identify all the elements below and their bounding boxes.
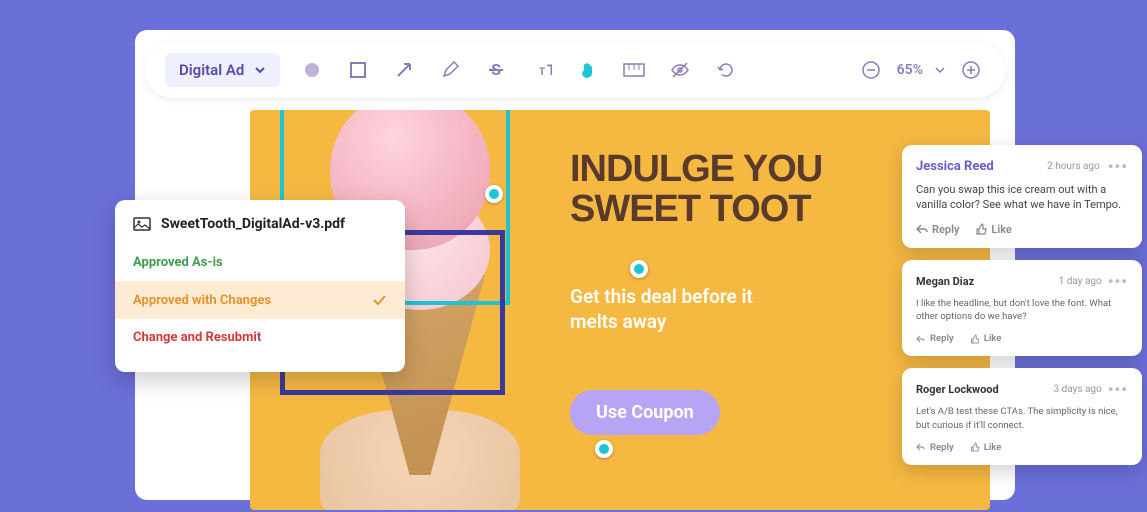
strikethrough-tool[interactable]: S <box>482 56 510 84</box>
check-icon <box>371 292 387 308</box>
option-label: Approved with Changes <box>133 293 271 308</box>
reply-icon <box>916 335 926 343</box>
subhead-line: melts away <box>570 310 753 335</box>
annotation-pin[interactable] <box>485 185 503 203</box>
like-button[interactable]: Like <box>970 333 1002 344</box>
annotation-pin[interactable] <box>595 440 613 458</box>
ruler-tool[interactable] <box>620 56 648 84</box>
reply-icon <box>916 224 928 234</box>
project-dropdown[interactable]: Digital Ad <box>165 53 280 87</box>
dropdown-label: Digital Ad <box>179 61 244 79</box>
more-icon[interactable]: ••• <box>1108 272 1128 291</box>
comment-body: I like the headline, but don't love the … <box>916 297 1128 324</box>
like-icon <box>975 223 987 235</box>
more-icon[interactable]: ••• <box>1108 157 1128 176</box>
comment-author: Megan Diaz <box>916 275 974 288</box>
chevron-down-icon <box>254 64 266 76</box>
pencil-tool[interactable] <box>436 56 464 84</box>
zoom-in-button[interactable] <box>957 56 985 84</box>
circle-tool[interactable] <box>298 56 326 84</box>
headline-line: INDULGE YOU <box>570 150 822 190</box>
comment-body: Let's A/B test these CTAs. The simplicit… <box>916 405 1128 432</box>
like-icon <box>970 442 980 452</box>
chevron-down-icon[interactable] <box>935 65 945 75</box>
image-file-icon <box>133 217 151 231</box>
comment-author: Jessica Reed <box>916 159 994 174</box>
text-tool[interactable]: TT <box>528 56 556 84</box>
hand-tool[interactable] <box>574 56 602 84</box>
ad-subhead: Get this deal before it melts away <box>570 285 753 334</box>
headline-line: SWEET TOOT <box>570 190 822 230</box>
like-icon <box>970 334 980 344</box>
arrow-tool[interactable] <box>390 56 418 84</box>
like-button[interactable]: Like <box>975 223 1011 236</box>
svg-text:T: T <box>547 61 552 79</box>
comment-card[interactable]: Jessica Reed 2 hours ago ••• Can you swa… <box>902 145 1142 248</box>
rectangle-tool[interactable] <box>344 56 372 84</box>
subhead-line: Get this deal before it <box>570 285 753 310</box>
visibility-tool[interactable] <box>666 56 694 84</box>
annotation-pin[interactable] <box>630 260 648 278</box>
comment-time: 2 hours ago <box>1047 161 1100 172</box>
more-icon[interactable]: ••• <box>1108 380 1128 399</box>
ad-headline: INDULGE YOU SWEET TOOT <box>570 150 822 230</box>
comment-time: 3 days ago <box>1054 384 1102 395</box>
comment-author: Roger Lockwood <box>916 383 999 396</box>
filename: SweetTooth_DigitalAd-v3.pdf <box>161 216 345 232</box>
change-resubmit-option[interactable]: Change and Resubmit <box>115 319 405 356</box>
reply-icon <box>916 443 926 451</box>
option-label: Approved As-is <box>133 255 223 270</box>
cta-button[interactable]: Use Coupon <box>570 390 720 435</box>
comment-time: 1 day ago <box>1059 276 1102 287</box>
option-label: Change and Resubmit <box>133 330 261 345</box>
comment-card[interactable]: Megan Diaz 1 day ago ••• I like the head… <box>902 260 1142 357</box>
reply-button[interactable]: Reply <box>916 442 954 453</box>
zoom-controls: 65% <box>857 56 985 84</box>
toolbar: Digital Ad S TT 65% <box>145 42 1005 98</box>
comment-card[interactable]: Roger Lockwood 3 days ago ••• Let's A/B … <box>902 368 1142 465</box>
comment-body: Can you swap this ice cream out with a v… <box>916 182 1128 213</box>
reply-button[interactable]: Reply <box>916 333 954 344</box>
reply-button[interactable]: Reply <box>916 223 959 236</box>
like-button[interactable]: Like <box>970 442 1002 453</box>
comments-panel: Jessica Reed 2 hours ago ••• Can you swa… <box>902 145 1142 477</box>
zoom-value: 65% <box>897 62 923 78</box>
approve-with-changes-option[interactable]: Approved with Changes <box>115 281 405 319</box>
approve-as-is-option[interactable]: Approved As-is <box>115 244 405 281</box>
svg-text:T: T <box>539 67 545 78</box>
approval-file-header: SweetTooth_DigitalAd-v3.pdf <box>115 216 405 244</box>
rotate-tool[interactable] <box>712 56 740 84</box>
approval-panel: SweetTooth_DigitalAd-v3.pdf Approved As-… <box>115 200 405 372</box>
zoom-out-button[interactable] <box>857 56 885 84</box>
